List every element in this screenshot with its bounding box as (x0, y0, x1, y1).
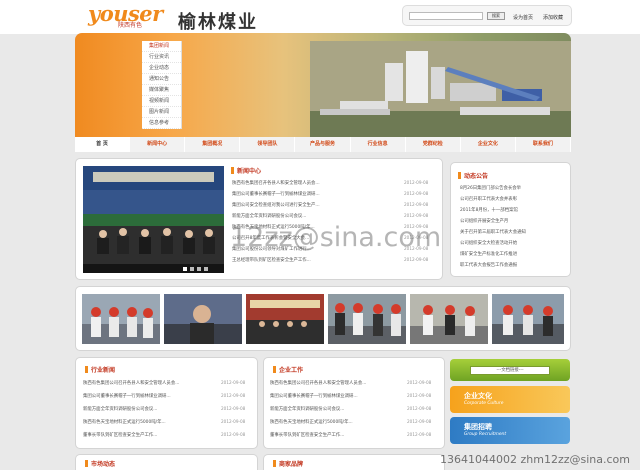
sub-nav-item[interactable]: 行业资讯 (142, 52, 181, 63)
news-item[interactable]: 集团公司董事长赛帽子一行到榆林煤业调研... (270, 393, 358, 399)
sub-nav-item[interactable]: 图片新闻 (142, 107, 181, 118)
brand-title-2[interactable]: 商家品牌 (272, 459, 303, 468)
news-date: 2012-09-08 (404, 202, 429, 207)
news-date: 2012-09-08 (407, 419, 432, 424)
nav-item-leaders[interactable]: 领导团队 (240, 137, 296, 152)
news-item[interactable]: 陕西有色集团公司召开各县人和安全管理人员会... (270, 380, 366, 386)
news-item[interactable]: 王总经理带队到矿区检查安全生产工作... (232, 257, 311, 263)
site-header: youser 陕西有色 榆林煤业 搜索 设为首页 添加收藏 (0, 0, 640, 34)
sub-nav-item[interactable]: 媒体聚焦 (142, 85, 181, 96)
banner-sub-nav: 集团新闻 行业资讯 企业动态 通知公告 媒体聚焦 视频新闻 图片新闻 信息参考 (142, 41, 182, 129)
news-date: 2012-09-08 (407, 406, 432, 411)
news-date: 2012-09-08 (404, 224, 429, 229)
news-item[interactable]: 集团公司董事长赛帽子一行到榆林煤业调研... (232, 191, 320, 197)
news-item[interactable]: 董事长带队到矿区检查安全生产工作... (83, 432, 157, 438)
nav-item-culture[interactable]: 企业文化 (461, 137, 516, 152)
main-nav: 首 页 新闻中心 集团概况 领导团队 产品与服务 行业信息 党群纪检 企业文化 … (75, 137, 571, 154)
add-favorite-link[interactable]: 添加收藏 (543, 14, 563, 21)
recruit-title: 集团招聘 (464, 423, 492, 431)
notice-item[interactable]: 2011年8月份，十一部档案馆 (460, 207, 518, 213)
set-home-link[interactable]: 设为首页 (513, 14, 533, 21)
gallery-photo[interactable] (410, 294, 488, 344)
news-item[interactable]: 陕西有色天宝地材料正式运行5000吨/年... (270, 419, 353, 425)
nav-item-products[interactable]: 产品与服务 (295, 137, 351, 152)
site-logo[interactable]: youser 陕西有色 (88, 3, 163, 29)
news-item[interactable]: 新能方面全年资料调研股份公司会议... (83, 406, 157, 412)
notice-item[interactable]: 公司召开职工代表大会并表彰 (460, 196, 517, 202)
culture-subtitle: Corporate Culture (464, 401, 504, 406)
news-date: 2012-09-08 (221, 432, 246, 437)
culture-card[interactable]: 企业文化 Corporate Culture (450, 386, 570, 413)
gallery-photo[interactable] (328, 294, 406, 344)
doc-links-card: ---文档链接--- (450, 359, 570, 381)
news-item[interactable]: 陕西有色集团公司召开各县人和安全管理人员会... (83, 380, 179, 386)
notice-item[interactable]: 煤矿安全生产标准化工作推进 (460, 251, 517, 257)
news-item[interactable]: 集团公司董事长赛帽子一行到榆林煤业调研... (83, 393, 171, 399)
news-photo[interactable] (83, 166, 224, 273)
news-date: 2012-09-08 (407, 380, 432, 385)
gallery-photo[interactable] (246, 294, 324, 344)
news-date: 2012-09-08 (404, 180, 429, 185)
watermark-contact: 13641044002 zhm12zz@sina.com (440, 453, 630, 466)
sub-nav-item[interactable]: 信息参考 (142, 118, 181, 129)
search-input[interactable] (409, 12, 483, 20)
notice-item[interactable]: 公司组织开展安全生产月 (460, 218, 508, 224)
news-item[interactable]: 新能方面全年资料调研股份公司会议... (232, 213, 306, 219)
brand-title: 榆林煤业 (178, 12, 258, 33)
top-toolbar: 搜索 设为首页 添加收藏 (402, 5, 572, 26)
recruit-card[interactable]: 集团招聘 Group Recruitment (450, 417, 570, 444)
company-news-title[interactable]: 企业工作 (272, 365, 303, 374)
recruit-subtitle: Group Recruitment (464, 432, 507, 437)
news-item[interactable]: 公司召开8年度工作表彰会暨安全大会... (232, 235, 309, 241)
news-date: 2012-09-08 (404, 257, 429, 262)
search-button[interactable]: 搜索 (487, 12, 505, 20)
nav-item-overview[interactable]: 集团概况 (185, 137, 241, 152)
nav-item-contact[interactable]: 联系我们 (516, 137, 571, 152)
nav-item-party[interactable]: 党群纪检 (406, 137, 461, 152)
industry-news-title[interactable]: 行业新闻 (84, 365, 115, 374)
doc-links-select[interactable]: ---文档链接--- (470, 366, 550, 375)
news-item[interactable]: 陕西有色集团召开各县人和安全管理人员会... (232, 180, 320, 186)
sub-nav-item[interactable]: 视频新闻 (142, 96, 181, 107)
news-date: 2012-09-08 (221, 380, 246, 385)
news-item[interactable]: 集团公司安全检查组对我公司进行安全生产... (232, 202, 320, 208)
notice-item[interactable]: 职工代表大会报告工作会通报 (460, 262, 517, 268)
sub-nav-item[interactable]: 企业动态 (142, 63, 181, 74)
nav-item-industry[interactable]: 行业信息 (351, 137, 406, 152)
news-date: 2012-09-08 (407, 432, 432, 437)
notice-box: 动态公告 8月26日集团门部公告会长会举 公司召开职工代表大会并表彰 2011年… (450, 162, 571, 277)
news-item[interactable]: 陕西有色天宝地材料正式运行5000吨/年... (83, 419, 166, 425)
banner: 集团新闻 行业资讯 企业动态 通知公告 媒体聚焦 视频新闻 图片新闻 信息参考 (75, 33, 571, 138)
news-date: 2012-09-08 (407, 393, 432, 398)
news-date: 2012-09-08 (404, 213, 429, 218)
notice-item[interactable]: 关于召开第三届职工代表大会通知 (460, 229, 526, 235)
nav-item-home[interactable]: 首 页 (75, 137, 131, 152)
culture-title: 企业文化 (464, 392, 492, 400)
gallery-photo[interactable] (82, 294, 160, 344)
news-date: 2012-09-08 (221, 393, 246, 398)
gallery-photo[interactable] (164, 294, 242, 344)
nav-item-news[interactable]: 新闻中心 (130, 137, 186, 152)
banner-photo (310, 41, 571, 138)
news-date: 2012-09-08 (404, 246, 429, 251)
news-item[interactable]: 董事长带队到矿区检查安全生产工作... (270, 432, 344, 438)
sub-nav-item[interactable]: 集团新闻 (142, 41, 181, 52)
news-date: 2012-09-08 (221, 419, 246, 424)
notice-item[interactable]: 公司组织安全大检查活动开始 (460, 240, 517, 246)
news-date: 2012-09-08 (404, 191, 429, 196)
market-title[interactable]: 市场动态 (84, 459, 115, 468)
notice-title[interactable]: 动态公告 (457, 171, 488, 180)
news-date: 2012-09-08 (404, 235, 429, 240)
gallery-photo[interactable] (492, 294, 564, 344)
news-center-title[interactable]: 新闻中心 (230, 166, 261, 175)
news-date: 2012-09-08 (221, 406, 246, 411)
logo-subtitle: 陕西有色 (118, 22, 143, 29)
notice-item[interactable]: 8月26日集团门部公告会长会举 (460, 185, 521, 191)
news-item[interactable]: 陕西有色天宝地材料正式运行5000吨/年... (232, 224, 315, 230)
news-item[interactable]: 新能方面全年资料调研股份公司会议... (270, 406, 344, 412)
news-item[interactable]: 集团公司股份公司领导对煤矿工作进行... (232, 246, 311, 252)
sub-nav-item[interactable]: 通知公告 (142, 74, 181, 85)
